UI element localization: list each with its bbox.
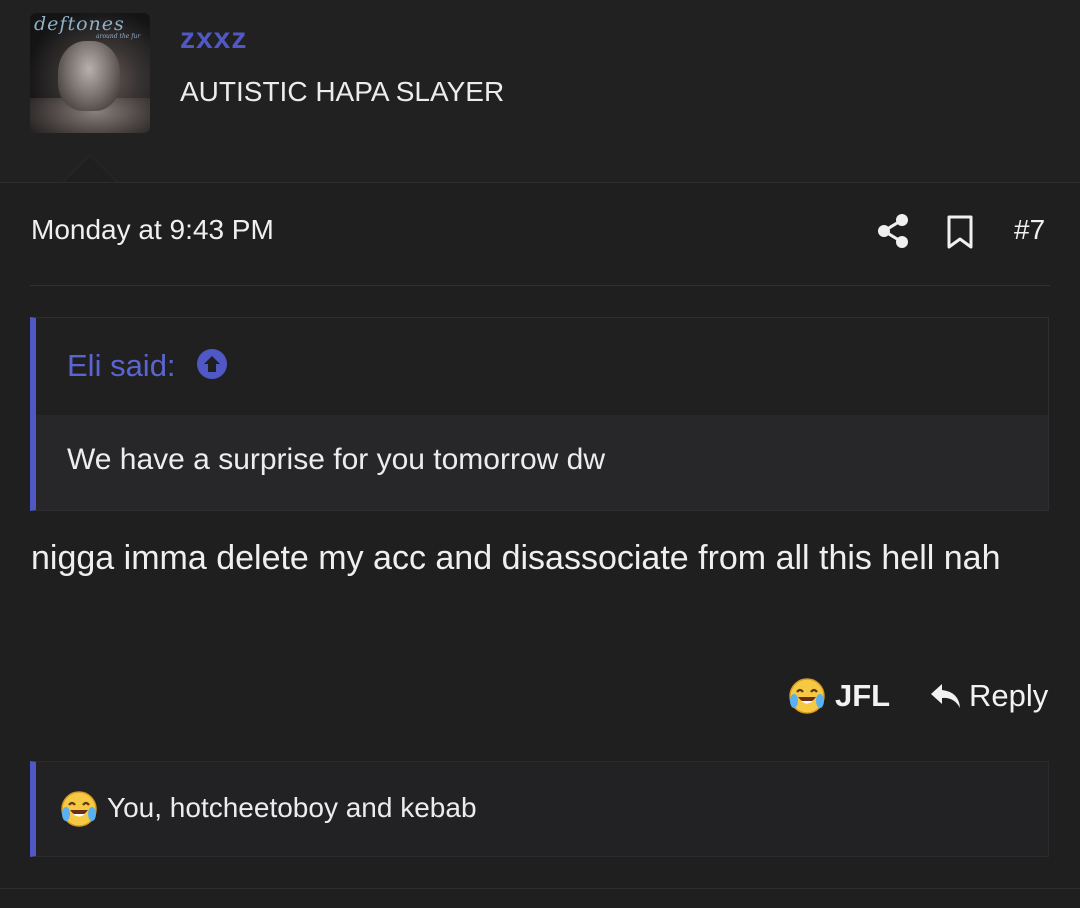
reply-arrow-icon [931,684,960,708]
post-message: nigga imma delete my acc and disassociat… [31,539,1001,577]
quote-body: We have a surprise for you tomorrow dw [36,415,1048,510]
quote-block: Eli said: We have a surprise for you tom… [30,317,1049,511]
quote-author[interactable]: Eli said: [67,348,176,384]
reply-label: Reply [969,678,1049,713]
bookmark-icon[interactable] [946,215,974,249]
crying-laughing-emoji-icon [61,791,97,827]
header-divider [0,182,1080,183]
reply-button[interactable]: Reply [930,676,1048,716]
react-label: JFL [835,678,891,713]
post-number-link[interactable]: #7 [1014,214,1045,246]
quote-header: Eli said: [36,318,1048,415]
header-pointer-fill [63,156,117,183]
share-icon[interactable] [876,213,910,249]
post-date[interactable]: Monday at 9:43 PM [31,214,274,246]
reactions-bar[interactable]: You, hotcheetoboy and kebab [30,761,1049,857]
avatar-logo-subtext: around the fur [96,33,141,40]
avatar-face [58,41,120,111]
quote-text: We have a surprise for you tomorrow dw [67,443,605,476]
user-header: deftones around the fur zxxz AUTISTIC HA… [0,0,1080,183]
arrow-up-circle-icon[interactable] [196,348,228,380]
meta-divider [30,285,1050,286]
user-title: AUTISTIC HAPA SLAYER [180,76,505,107]
avatar[interactable]: deftones around the fur [30,13,150,133]
bottom-divider [0,888,1080,889]
forum-post-page: deftones around the fur zxxz AUTISTIC HA… [0,0,1080,908]
react-button[interactable]: JFL [788,676,890,716]
crying-laughing-emoji-icon [789,678,825,714]
reactions-summary[interactable]: You, hotcheetoboy and kebab [107,792,477,824]
avatar-logo-text: deftones [34,13,125,35]
username-link[interactable]: zxxz [180,22,247,56]
